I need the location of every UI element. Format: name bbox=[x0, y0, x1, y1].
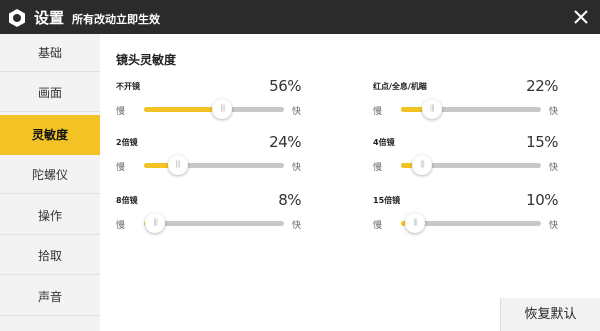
slider-4x-scope: 4倍镜 15% 慢 快 bbox=[373, 133, 558, 187]
settings-icon bbox=[9, 9, 25, 27]
slider-label: 8倍镜 bbox=[116, 196, 138, 205]
slider-thumb[interactable] bbox=[405, 213, 425, 233]
slider-value: 22% bbox=[526, 77, 558, 95]
fast-label: 快 bbox=[291, 221, 301, 231]
page-title: 设置 bbox=[34, 9, 65, 27]
slider-thumb[interactable] bbox=[167, 155, 188, 175]
slow-label: 慢 bbox=[116, 107, 126, 117]
slider-track[interactable] bbox=[401, 155, 541, 175]
slow-label: 慢 bbox=[373, 221, 383, 231]
sidebar-item-sound[interactable]: 声音 bbox=[0, 278, 100, 316]
slider-value: 24% bbox=[269, 133, 301, 151]
sidebar-item-display[interactable]: 画面 bbox=[0, 74, 100, 112]
slider-value: 15% bbox=[526, 133, 558, 151]
slider-15x-scope: 15倍镜 10% 慢 快 bbox=[373, 191, 558, 245]
slow-label: 慢 bbox=[116, 221, 126, 231]
fast-label: 快 bbox=[548, 221, 558, 231]
slow-label: 慢 bbox=[373, 163, 383, 173]
slider-track[interactable] bbox=[401, 213, 541, 233]
slider-fill bbox=[144, 107, 223, 112]
slider-value: 8% bbox=[278, 191, 301, 209]
slider-red-dot: 红点/全息/机瞄 22% 慢 快 bbox=[373, 77, 558, 131]
slider-label: 红点/全息/机瞄 bbox=[373, 82, 427, 91]
slider-track[interactable] bbox=[144, 99, 284, 119]
sidebar: 基础 画面 灵敏度 陀螺仪 操作 拾取 声音 bbox=[0, 34, 100, 331]
slider-label: 2倍镜 bbox=[116, 138, 138, 147]
slider-value: 10% bbox=[526, 191, 558, 209]
slider-label: 4倍镜 bbox=[373, 138, 395, 147]
sidebar-item-pickup[interactable]: 拾取 bbox=[0, 237, 100, 275]
slider-thumb[interactable] bbox=[412, 155, 432, 175]
slider-track[interactable] bbox=[401, 99, 541, 119]
slider-track[interactable] bbox=[144, 155, 284, 175]
fast-label: 快 bbox=[291, 107, 301, 117]
slider-no-scope: 不开镜 56% 慢 快 bbox=[116, 77, 301, 131]
section-title: 镜头灵敏度 bbox=[116, 53, 177, 67]
slider-thumb[interactable] bbox=[212, 99, 233, 119]
fast-label: 快 bbox=[291, 163, 301, 173]
fast-label: 快 bbox=[548, 107, 558, 117]
slow-label: 慢 bbox=[373, 107, 383, 117]
slider-8x-scope: 8倍镜 8% 慢 快 bbox=[116, 191, 301, 245]
fast-label: 快 bbox=[548, 163, 558, 173]
main-content: 镜头灵敏度 不开镜 56% 慢 快 红点/全息/机瞄 22% 慢 快 2倍镜 2… bbox=[100, 34, 600, 331]
slider-2x-scope: 2倍镜 24% 慢 快 bbox=[116, 133, 301, 187]
slider-value: 56% bbox=[269, 77, 301, 95]
sidebar-item-basic[interactable]: 基础 bbox=[0, 34, 100, 72]
page-subtitle: 所有改动立即生效 bbox=[72, 13, 160, 26]
slider-label: 15倍镜 bbox=[373, 196, 401, 205]
close-icon[interactable] bbox=[562, 0, 600, 34]
slider-label: 不开镜 bbox=[116, 82, 140, 91]
top-bar: 设置 所有改动立即生效 bbox=[0, 0, 600, 34]
reset-default-button[interactable]: 恢复默认 bbox=[500, 298, 600, 331]
slow-label: 慢 bbox=[116, 163, 126, 173]
slider-track[interactable] bbox=[144, 213, 284, 233]
slider-thumb[interactable] bbox=[145, 213, 166, 233]
sidebar-item-controls[interactable]: 操作 bbox=[0, 197, 100, 235]
sidebar-item-sensitivity[interactable]: 灵敏度 bbox=[0, 115, 100, 155]
sidebar-item-gyroscope[interactable]: 陀螺仪 bbox=[0, 156, 100, 194]
slider-thumb[interactable] bbox=[421, 99, 442, 119]
